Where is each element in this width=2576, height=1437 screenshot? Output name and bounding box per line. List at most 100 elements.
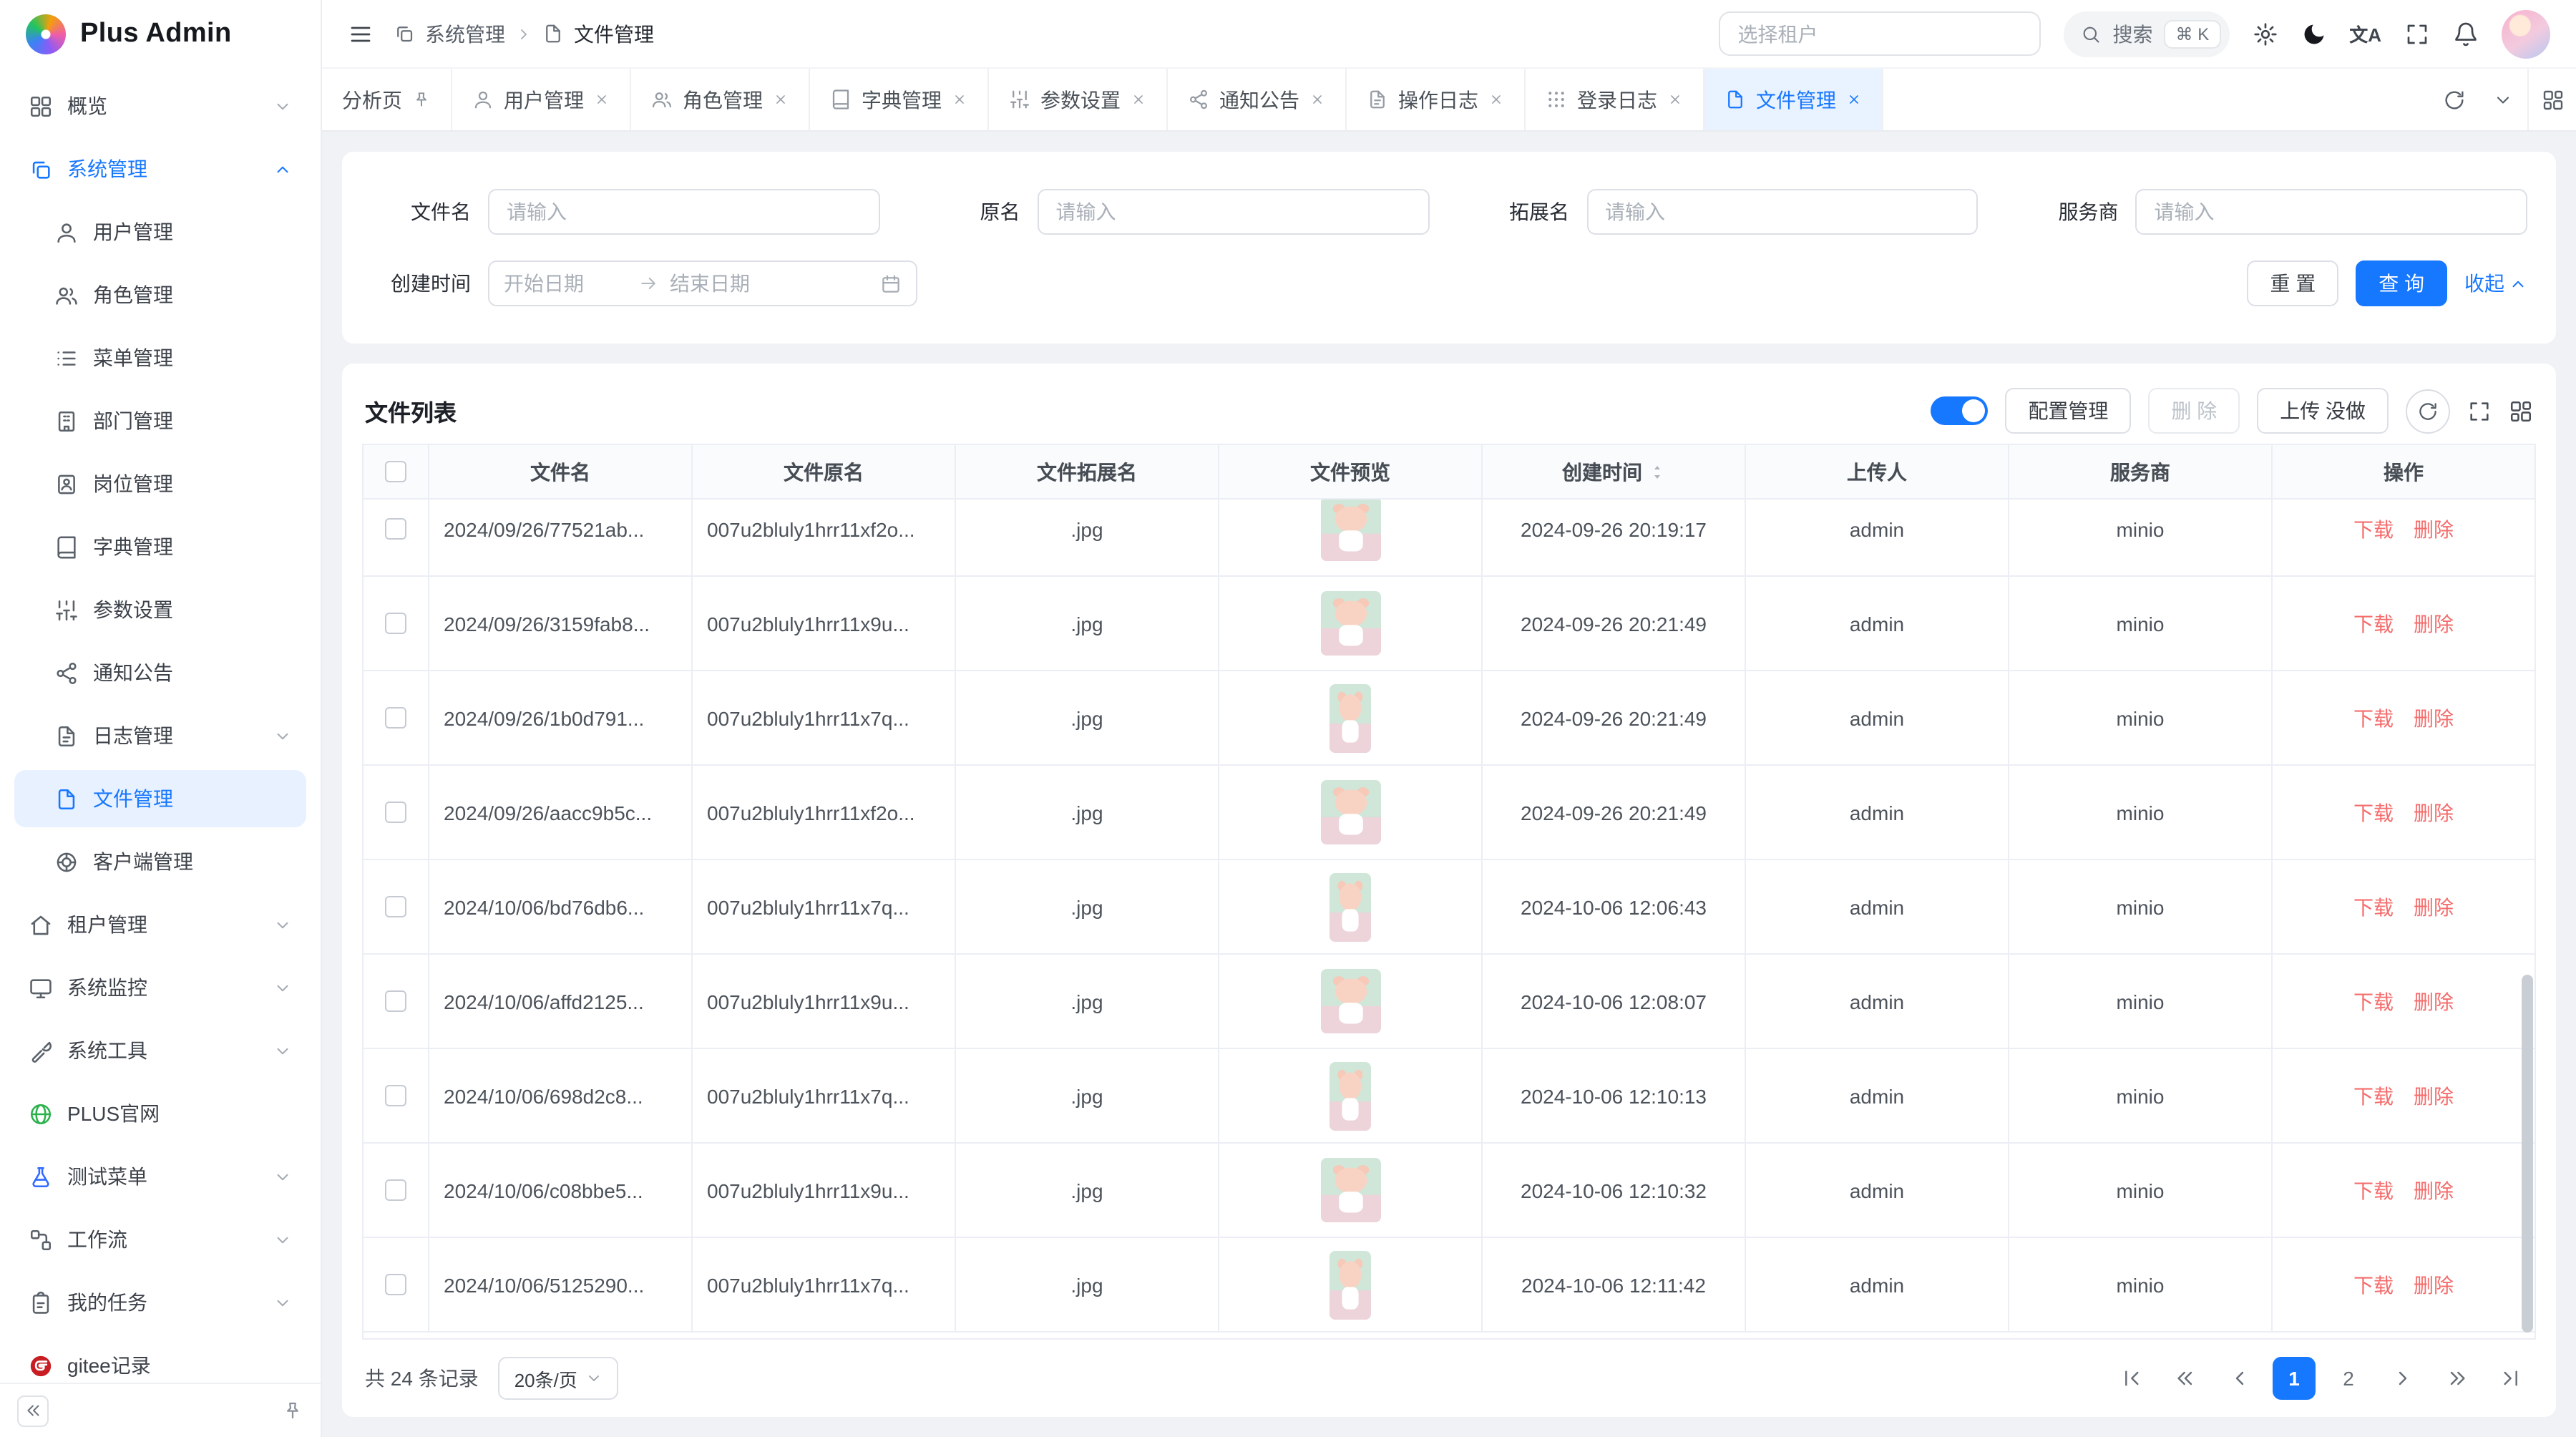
tab-close-icon[interactable]: [1131, 92, 1146, 107]
tab-close-icon[interactable]: [594, 92, 610, 107]
sidebar-item-plus-site[interactable]: PLUS官网: [14, 1085, 306, 1142]
delete-link[interactable]: 删除: [2414, 1081, 2454, 1110]
file-preview-thumbnail[interactable]: [1330, 1061, 1371, 1130]
delete-link[interactable]: 删除: [2414, 515, 2454, 543]
layout-grid-icon[interactable]: [2527, 69, 2576, 130]
tab-close-icon[interactable]: [1309, 92, 1325, 107]
refresh-page-icon[interactable]: [2430, 69, 2479, 130]
select-all-checkbox[interactable]: [385, 461, 406, 482]
global-search[interactable]: 搜索 ⌘ K: [2064, 11, 2230, 57]
sidebar-item-client[interactable]: 客户端管理: [14, 833, 306, 890]
start-date-input[interactable]: [504, 272, 627, 295]
delete-link[interactable]: 删除: [2414, 987, 2454, 1015]
refresh-table-button[interactable]: [2406, 389, 2450, 433]
download-link[interactable]: 下载: [2353, 609, 2394, 638]
collapse-filter-link[interactable]: 收起: [2464, 269, 2527, 298]
tab-file[interactable]: 文件管理: [1704, 69, 1883, 130]
sidebar-item-dict[interactable]: 字典管理: [14, 518, 306, 575]
tab-options-chevron-icon[interactable]: [2479, 69, 2527, 130]
sidebar-item-menu-list[interactable]: 菜单管理: [14, 329, 306, 386]
sidebar-item-monitor[interactable]: 系统监控: [14, 959, 306, 1016]
page-fast-next-button[interactable]: [2436, 1357, 2479, 1400]
file-preview-thumbnail[interactable]: [1320, 1158, 1380, 1222]
sidebar-item-test[interactable]: 测试菜单: [14, 1148, 306, 1205]
tab-dict[interactable]: 字典管理: [810, 69, 989, 130]
settings-gear-icon[interactable]: [2252, 21, 2278, 47]
sidebar-item-tools[interactable]: 系统工具: [14, 1022, 306, 1079]
sidebar-item-post[interactable]: 岗位管理: [14, 455, 306, 512]
row-checkbox[interactable]: [385, 802, 406, 823]
tenant-select-input[interactable]: [1738, 22, 2023, 45]
language-translate-icon[interactable]: 文A: [2349, 20, 2381, 47]
delete-button[interactable]: 删 除: [2148, 388, 2240, 434]
file-preview-thumbnail[interactable]: [1320, 591, 1380, 656]
filter-input-1[interactable]: [1038, 189, 1430, 235]
sidebar-item-workflow[interactable]: 工作流: [14, 1211, 306, 1268]
file-preview-thumbnail[interactable]: [1330, 872, 1371, 941]
download-link[interactable]: 下载: [2353, 798, 2394, 827]
end-date-input[interactable]: [670, 272, 793, 295]
sidebar-item-role[interactable]: 角色管理: [14, 266, 306, 323]
delete-link[interactable]: 删除: [2414, 892, 2454, 921]
date-range-picker[interactable]: [488, 260, 917, 306]
tab-params[interactable]: 参数设置: [989, 69, 1168, 130]
download-link[interactable]: 下载: [2353, 892, 2394, 921]
sidebar-item-file[interactable]: 文件管理: [14, 770, 306, 827]
tab-close-icon[interactable]: [1846, 92, 1862, 107]
table-fullscreen-icon[interactable]: [2467, 399, 2492, 423]
sidebar-item-params[interactable]: 参数设置: [14, 581, 306, 638]
tab-user[interactable]: 用户管理: [452, 69, 631, 130]
sidebar-collapse-button[interactable]: [17, 1395, 49, 1426]
column-header-4[interactable]: 创建时间: [1483, 445, 1746, 498]
sidebar-item-dept[interactable]: 部门管理: [14, 392, 306, 449]
search-button[interactable]: 查 询: [2356, 260, 2447, 306]
sidebar-item-tasks[interactable]: 我的任务: [14, 1274, 306, 1331]
reset-button[interactable]: 重 置: [2247, 260, 2338, 306]
download-link[interactable]: 下载: [2353, 1176, 2394, 1204]
sidebar-item-gitee[interactable]: gitee记录: [14, 1337, 306, 1383]
row-checkbox[interactable]: [385, 1085, 406, 1106]
notifications-bell-icon[interactable]: [2453, 21, 2479, 47]
download-link[interactable]: 下载: [2353, 515, 2394, 543]
filter-input-2[interactable]: [1586, 189, 1979, 235]
user-avatar[interactable]: [2502, 9, 2550, 58]
sort-icon[interactable]: [1648, 460, 1665, 483]
delete-link[interactable]: 删除: [2414, 609, 2454, 638]
tab-close-icon[interactable]: [952, 92, 967, 107]
page-2-button[interactable]: 2: [2327, 1357, 2370, 1400]
delete-link[interactable]: 删除: [2414, 798, 2454, 827]
config-manage-button[interactable]: 配置管理: [2005, 388, 2131, 434]
sidebar-item-overview[interactable]: 概览: [14, 77, 306, 135]
download-link[interactable]: 下载: [2353, 1081, 2394, 1110]
file-preview-thumbnail[interactable]: [1320, 500, 1380, 561]
page-fast-prev-button[interactable]: [2164, 1357, 2207, 1400]
tab-close-icon[interactable]: [773, 92, 789, 107]
sidebar-item-tenant[interactable]: 租户管理: [14, 896, 306, 953]
upload-button[interactable]: 上传 没做: [2257, 388, 2389, 434]
file-preview-thumbnail[interactable]: [1320, 780, 1380, 844]
tab-loginlog[interactable]: 登录日志: [1526, 69, 1704, 130]
row-checkbox[interactable]: [385, 990, 406, 1012]
column-settings-icon[interactable]: [2509, 399, 2533, 423]
dark-mode-moon-icon[interactable]: [2301, 21, 2326, 47]
filter-input-0[interactable]: [488, 189, 880, 235]
row-checkbox[interactable]: [385, 613, 406, 634]
delete-link[interactable]: 删除: [2414, 1270, 2454, 1299]
page-prev-button[interactable]: [2218, 1357, 2261, 1400]
tab-notice[interactable]: 通知公告: [1168, 69, 1347, 130]
file-preview-thumbnail[interactable]: [1330, 683, 1371, 752]
sidebar-item-log[interactable]: 日志管理: [14, 707, 306, 764]
page-next-button[interactable]: [2381, 1357, 2424, 1400]
delete-link[interactable]: 删除: [2414, 703, 2454, 732]
row-checkbox[interactable]: [385, 518, 406, 540]
row-checkbox[interactable]: [385, 1274, 406, 1295]
tab-oplog[interactable]: 操作日志: [1347, 69, 1526, 130]
filter-input-3[interactable]: [2136, 189, 2528, 235]
tab-close-icon[interactable]: [1488, 92, 1504, 107]
fullscreen-icon[interactable]: [2404, 21, 2430, 47]
search-visibility-toggle[interactable]: [1931, 396, 1988, 425]
download-link[interactable]: 下载: [2353, 703, 2394, 732]
table-scrollbar-thumb[interactable]: [2522, 975, 2533, 1333]
file-preview-thumbnail[interactable]: [1320, 969, 1380, 1033]
sidebar-item-notice[interactable]: 通知公告: [14, 644, 306, 701]
